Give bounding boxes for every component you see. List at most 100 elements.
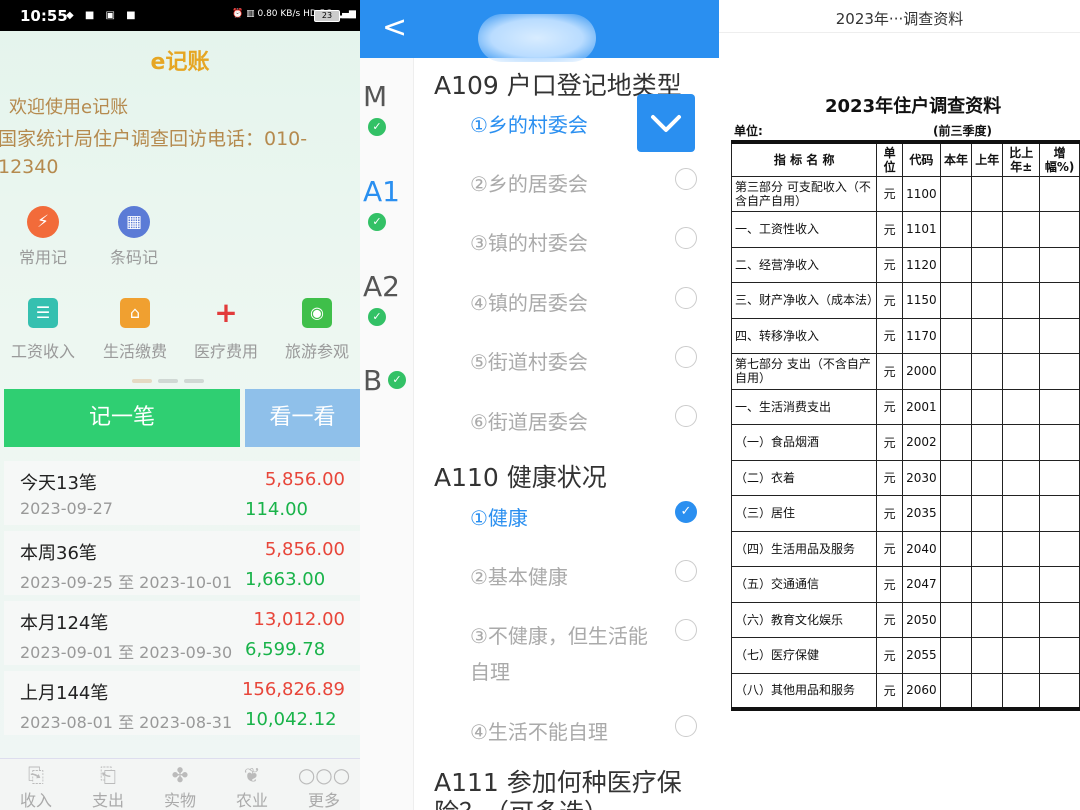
option-a109-1[interactable]: ①乡的村委会 [470,107,588,143]
radio-button[interactable] [675,619,697,641]
summary-label: 本月124笔 [20,613,109,634]
section-a2[interactable]: A2 [363,270,400,303]
nav-expense[interactable]: ⎗ 支出 [72,763,144,810]
option-a109-5[interactable]: ⑤街道村委会 [470,344,588,380]
nav-agriculture[interactable]: ❦ 农业 [216,763,288,810]
radio-button[interactable] [675,287,697,309]
camera-icon: ◉ [302,298,332,328]
row-code: 2040 [901,530,941,567]
option-a110-1[interactable]: ①健康 [470,500,528,536]
radio-checked-icon[interactable]: ✓ [675,501,697,523]
alarm-icon: ⏰ [232,9,244,19]
row-growth [1039,317,1080,354]
quick-record-frequent[interactable]: ⚡ 常用记 [3,206,83,268]
radio-button[interactable] [675,346,697,368]
summary-week[interactable]: 本周36笔 2023-09-25 至 2023-10-01 5,856.00 1… [4,531,360,595]
row-code: 2000 [901,353,941,390]
category-salary[interactable]: ☰ 工资收入 [0,298,88,362]
question-line: 险？（可多选） [434,798,609,810]
option-a110-3[interactable]: ③不健康，但生活能 自理 [470,618,648,690]
nav-goods[interactable]: ✤ 实物 [144,763,216,810]
nav-more[interactable]: ○○○ 更多 [288,763,360,810]
row-change [1002,353,1041,390]
table-body: 第三部分 可支配收入（不含自产自用）元 1100 一、工资性收入元 1101 二、经营净… [730,175,1080,709]
row-name: （六）教育文化娱乐 [730,601,878,638]
section-a1[interactable]: A1 [363,175,400,208]
option-a109-6[interactable]: ⑥街道居委会 [470,404,588,440]
row-current-year [939,637,973,674]
check-icon: ✓ [368,308,386,326]
summary-today[interactable]: 今天13笔 2023-09-27 5,856.00 114.00 [4,461,360,525]
column-header: 指 标 名 称 [730,141,878,177]
row-name: （七）医疗保健 [730,637,878,674]
category-travel[interactable]: ◉ 旅游参观 [272,298,360,362]
header-divider [719,32,1080,33]
row-growth [1039,672,1080,709]
table-row: （三）居住元 2035 [730,495,1080,532]
row-unit: 元 [876,601,903,638]
row-name: （四）生活用品及服务 [730,530,878,567]
survey-questionnaire-screen: < M ✓ A1 ✓ A2 ✓ B ✓ A109 户口登记地类型 ①乡的村委会 … [360,0,719,810]
option-a109-3[interactable]: ③镇的村委会 [470,225,588,261]
option-a110-4[interactable]: ④生活不能自理 [470,714,608,750]
ejizhang-app-screen: 10:55 ◆ ■ ▣ ■ ⏰ ▥ 0.80 KB/s HD 5G ▂▄▆ 23… [0,0,360,810]
category-utilities[interactable]: ⌂ 生活缴费 [90,298,180,362]
house-icon: ⌂ [120,298,150,328]
row-current-year [939,353,973,390]
row-unit: 元 [876,530,903,567]
row-current-year [939,424,973,461]
summary-last-month[interactable]: 上月144笔 2023-08-01 至 2023-08-31 156,826.8… [4,671,360,735]
row-name: （一）食品烟酒 [730,424,878,461]
row-current-year [939,317,973,354]
row-unit: 元 [876,175,903,212]
category-medical[interactable]: + 医疗费用 [181,298,271,362]
radio-button[interactable] [675,715,697,737]
option-a110-2[interactable]: ②基本健康 [470,559,568,595]
view-button[interactable]: 看一看 [245,389,360,447]
nav-label: 实物 [163,791,196,810]
back-arrow-icon[interactable]: < [382,10,407,45]
section-m[interactable]: M [363,80,387,113]
period-label: (前三季度) [933,124,992,138]
section-b[interactable]: B [363,364,382,397]
nav-income[interactable]: ⎘ 收入 [0,763,72,810]
option-a109-2[interactable]: ②乡的居委会 [470,166,588,202]
row-change [1002,566,1041,603]
row-unit: 元 [876,211,903,248]
question-a110-title: A110 健康状况 [434,463,607,492]
radio-button[interactable] [675,405,697,427]
more-icon: ○○○ [297,763,351,787]
radio-button[interactable] [675,560,697,582]
row-code: 1101 [901,211,941,248]
clover-icon: ✤ [171,763,189,787]
row-change [1002,459,1041,496]
row-change [1002,175,1041,212]
quick-record-barcode[interactable]: ▦ 条码记 [94,206,174,268]
report-title: 2023年住户调查资料 [825,96,1002,117]
table-row: 一、工资性收入元 1101 [730,211,1080,248]
qrcode-icon: ▦ [118,206,150,238]
nav-label: 更多 [307,791,340,810]
row-name: （五）交通通信 [730,566,878,603]
row-code: 2030 [901,459,941,496]
option-a109-4[interactable]: ④镇的居委会 [470,285,588,321]
row-growth [1039,530,1080,567]
record-button[interactable]: 记一笔 [4,389,240,447]
row-growth [1039,282,1080,319]
table-row: 三、财产净收入（成本法）元 1150 [730,282,1080,319]
vibrate-icon: ▥ [246,9,255,19]
row-change [1002,530,1041,567]
row-current-year [939,175,973,212]
table-row: 一、生活消费支出元 2001 [730,388,1080,425]
radio-button[interactable] [675,168,697,190]
row-growth [1039,424,1080,461]
check-icon: ✓ [388,371,406,389]
column-header: 上年 [971,141,1004,177]
column-header: 本年 [939,141,973,177]
radio-button[interactable] [675,227,697,249]
wheat-icon: ❦ [243,763,261,787]
row-last-year [971,317,1004,354]
dropdown-toggle[interactable] [637,94,695,152]
summary-month[interactable]: 本月124笔 2023-09-01 至 2023-09-30 13,012.00… [4,601,360,665]
summary-range: 2023-09-01 至 2023-09-30 [20,643,233,662]
